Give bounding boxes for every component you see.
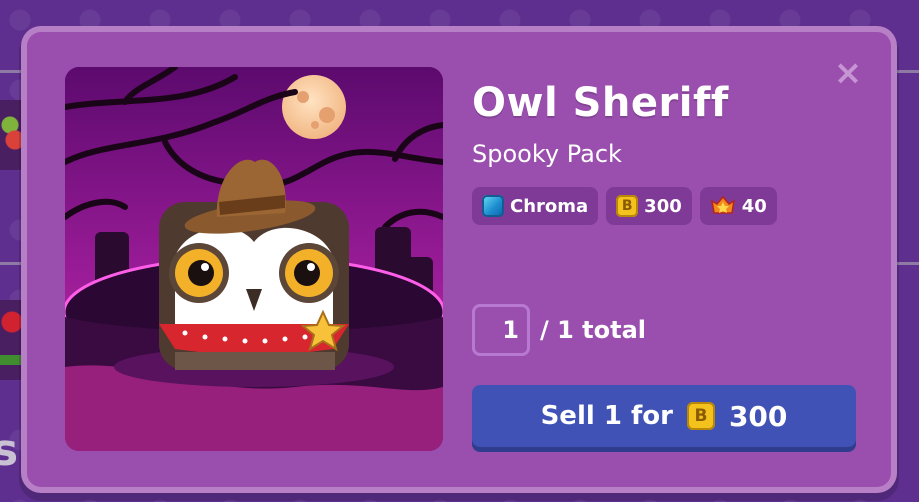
- background-heading-fragment: s: [0, 425, 19, 476]
- moon-icon: [282, 75, 346, 139]
- sell-price: 300: [728, 399, 788, 433]
- quantity-input[interactable]: [472, 304, 530, 356]
- item-artwork: [65, 67, 443, 451]
- xp-badge: 40: [699, 187, 777, 225]
- sell-button-label: Sell 1 for: [540, 401, 673, 431]
- chroma-icon: [482, 195, 504, 217]
- token-icon: B: [686, 402, 715, 430]
- xp-icon: [710, 195, 736, 217]
- item-pack: Spooky Pack: [472, 140, 622, 168]
- item-name: Owl Sheriff: [472, 80, 729, 126]
- token-icon: B: [616, 195, 639, 217]
- rarity-label: Chroma: [510, 195, 589, 217]
- quantity-row: / 1 total: [472, 304, 646, 356]
- price-label: 300: [644, 195, 682, 217]
- background-item-thumbnail: [0, 100, 30, 170]
- close-icon[interactable]: ×: [833, 56, 863, 90]
- owl-sheriff-illustration: [65, 67, 443, 451]
- xp-label: 40: [741, 195, 767, 217]
- rarity-badge: Chroma: [472, 187, 599, 225]
- item-badges: Chroma B 300 40: [472, 187, 777, 225]
- background-item-thumbnail: [0, 300, 30, 380]
- quantity-total: / 1 total: [540, 316, 647, 344]
- sell-button[interactable]: Sell 1 for B 300: [472, 385, 856, 447]
- item-detail-modal: × Owl Sheriff Spooky Pack Chroma B 300 4…: [27, 32, 891, 487]
- price-badge: B 300: [606, 187, 692, 225]
